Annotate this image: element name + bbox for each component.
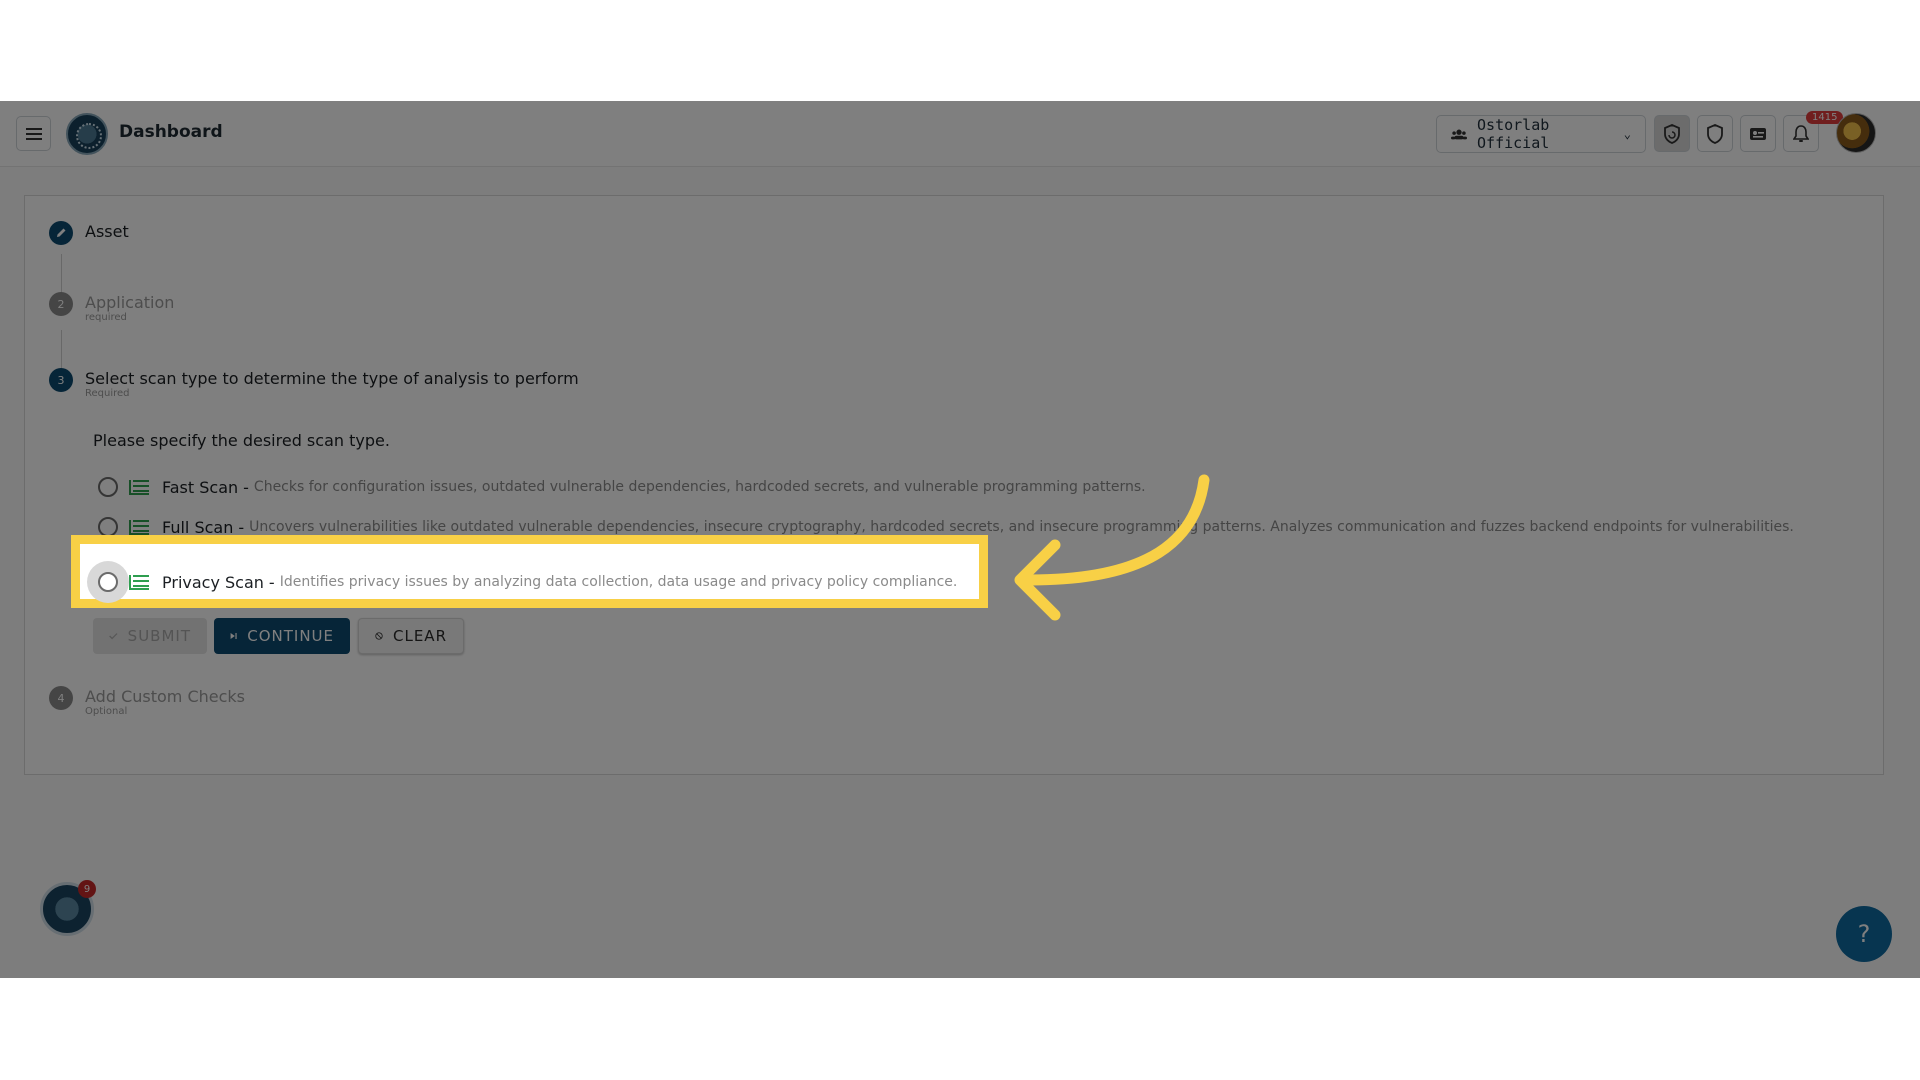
continue-label: CONTINUE — [247, 627, 334, 645]
step-scan-type[interactable]: 3 Select scan type to determine the type… — [49, 368, 579, 399]
clear-button[interactable]: CLEAR — [358, 618, 464, 654]
scan-refresh-button[interactable] — [1654, 115, 1690, 152]
group-icon — [1451, 129, 1468, 140]
submit-button[interactable]: SUBMIT — [93, 618, 207, 654]
pencil-icon — [57, 228, 66, 237]
skip-next-icon — [230, 632, 237, 640]
app-logo[interactable] — [66, 113, 108, 155]
hamburger-icon — [25, 127, 42, 140]
scan-wizard-card: Asset 2 Application required 3 Select sc… — [24, 195, 1884, 775]
step-label: Asset — [85, 222, 129, 241]
option-fast-scan[interactable]: Fast Scan - Checks for configuration iss… — [98, 477, 1146, 497]
clear-label: CLEAR — [393, 627, 447, 645]
page-title: Dashboard — [119, 122, 223, 142]
chevron-down-icon: ⌄ — [1623, 127, 1631, 141]
radio-focus-halo — [87, 561, 129, 603]
option-name: Privacy Scan — [162, 572, 264, 592]
option-name: Full Scan — [162, 517, 234, 537]
option-description: Identifies privacy issues by analyzing d… — [279, 574, 958, 590]
privacy-scan-radio[interactable] — [98, 572, 118, 592]
step-application[interactable]: 2 Application required — [49, 292, 175, 323]
step-label: Add Custom Checks — [85, 687, 245, 706]
step-sublabel: required — [85, 312, 127, 323]
step-number: 2 — [49, 292, 73, 316]
check-icon — [109, 633, 118, 640]
full-scan-radio[interactable] — [98, 517, 118, 537]
shield-refresh-icon — [1664, 123, 1680, 144]
menu-button[interactable] — [16, 116, 51, 151]
help-button[interactable]: ? — [1836, 906, 1892, 962]
option-name: Fast Scan — [162, 477, 239, 497]
callout-arrow-icon — [1014, 474, 1210, 621]
organization-select[interactable]: Ostorlab Official ⌄ — [1436, 115, 1646, 153]
step-label: Application — [85, 293, 175, 312]
fast-scan-radio[interactable] — [98, 477, 118, 497]
step-label: Select scan type to determine the type o… — [85, 369, 579, 388]
scan-list-icon — [129, 520, 149, 535]
block-icon — [375, 632, 383, 640]
organization-name: Ostorlab Official — [1477, 116, 1550, 152]
scan-type-prompt: Please specify the desired scan type. — [93, 431, 390, 450]
option-privacy-scan[interactable]: Privacy Scan - Identifies privacy issues… — [87, 561, 958, 603]
top-bar: Dashboard Ostorlab Official ⌄ 1415 — [0, 101, 1920, 167]
security-button[interactable] — [1697, 115, 1733, 152]
tickets-button[interactable] — [1740, 115, 1776, 152]
option-separator: - — [243, 477, 249, 497]
continue-button[interactable]: CONTINUE — [214, 618, 350, 654]
scan-list-icon — [129, 575, 149, 590]
ticket-icon — [1750, 127, 1766, 140]
option-full-scan[interactable]: Full Scan - Uncovers vulnerabilities lik… — [98, 517, 1794, 537]
step-custom-checks[interactable]: 4 Add Custom Checks Optional — [49, 686, 245, 717]
step-sublabel: Required — [85, 388, 130, 399]
highlight-box: Privacy Scan - Identifies privacy issues… — [71, 535, 988, 608]
step-asset[interactable]: Asset — [49, 221, 129, 245]
scan-list-icon — [129, 480, 149, 495]
bell-icon — [1793, 124, 1809, 142]
step-number: 3 — [49, 368, 73, 392]
shield-icon — [1707, 123, 1723, 144]
option-separator: - — [268, 572, 275, 592]
option-separator: - — [238, 517, 245, 537]
user-avatar[interactable] — [1836, 113, 1876, 153]
step-number: 4 — [49, 686, 73, 710]
chat-unread-badge: 9 — [78, 880, 96, 898]
step-sublabel: Optional — [85, 706, 128, 717]
step-done-marker — [49, 221, 73, 245]
submit-label: SUBMIT — [127, 627, 191, 645]
